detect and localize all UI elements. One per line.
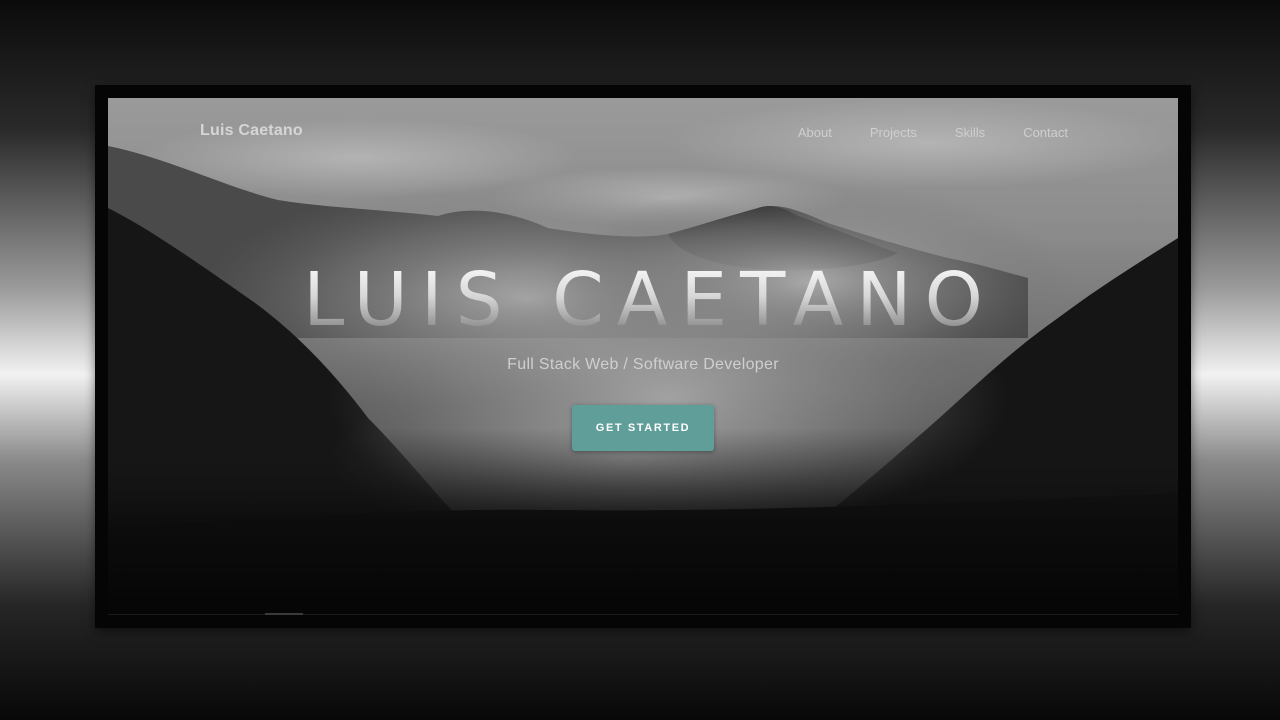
hero-title: LUIS CAETANO xyxy=(108,258,1178,342)
get-started-button[interactable]: GET STARTED xyxy=(572,405,714,451)
nav-link-projects[interactable]: Projects xyxy=(870,125,917,140)
nav-link-contact[interactable]: Contact xyxy=(1023,125,1068,140)
brand-logo-link[interactable]: Luis Caetano xyxy=(200,122,303,140)
nav-link-skills[interactable]: Skills xyxy=(955,125,985,140)
hero-section: LUIS CAETANO Full Stack Web / Software D… xyxy=(108,258,1178,374)
nav-links: About Projects Skills Contact xyxy=(798,125,1068,140)
top-navigation: Luis Caetano About Projects Skills Conta… xyxy=(108,98,1178,166)
hero-subtitle: Full Stack Web / Software Developer xyxy=(507,356,779,373)
monitor-frame: Luis Caetano About Projects Skills Conta… xyxy=(95,85,1191,628)
website-viewport: Luis Caetano About Projects Skills Conta… xyxy=(108,98,1178,616)
scroll-indicator xyxy=(265,613,303,615)
nav-link-about[interactable]: About xyxy=(798,125,832,140)
